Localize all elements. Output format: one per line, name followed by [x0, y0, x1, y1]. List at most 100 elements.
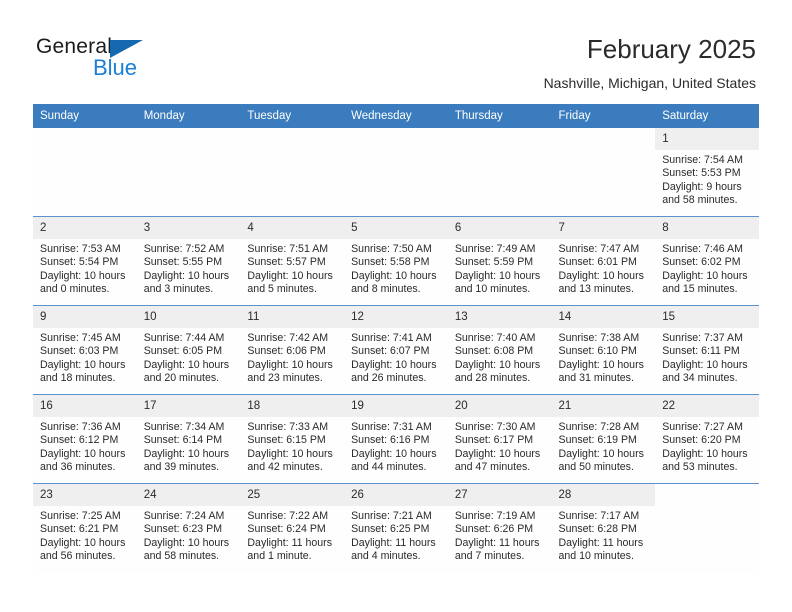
- sun-info: [240, 150, 344, 154]
- sun-info: Sunrise: 7:30 AM Sunset: 6:17 PM Dayligh…: [454, 421, 541, 474]
- calendar-week-row: 2 Sunrise: 7:53 AM Sunset: 5:54 PM Daylig…: [33, 216, 759, 306]
- calendar-cell-day[interactable]: 9 Sunrise: 7:45 AM Sunset: 6:03 PM Daylig…: [33, 305, 137, 395]
- sun-info: Sunrise: 7:44 AM Sunset: 6:05 PM Dayligh…: [143, 332, 230, 385]
- sun-info: Sunrise: 7:36 AM Sunset: 6:12 PM Dayligh…: [40, 421, 126, 474]
- calendar-header-row: Sunday Monday Tuesday Wednesday Thursday…: [33, 104, 759, 128]
- calendar-cell-day[interactable]: 6 Sunrise: 7:49 AM Sunset: 5:59 PM Daylig…: [447, 216, 552, 306]
- day-number: [552, 128, 656, 150]
- calendar-cell-day[interactable]: 8 Sunrise: 7:46 AM Sunset: 6:02 PM Daylig…: [655, 216, 759, 306]
- calendar-cell-day[interactable]: 12 Sunrise: 7:41 AM Sunset: 6:07 PM Dayli…: [344, 305, 448, 395]
- calendar-cell-day[interactable]: 14 Sunrise: 7:38 AM Sunset: 6:10 PM Dayli…: [551, 305, 656, 395]
- day-number: 24: [136, 484, 241, 506]
- day-number: 4: [240, 217, 345, 239]
- day-number: 28: [551, 484, 656, 506]
- weekday-monday: Monday: [136, 104, 241, 128]
- calendar-cell-day[interactable]: 11 Sunrise: 7:42 AM Sunset: 6:06 PM Dayli…: [240, 305, 345, 395]
- title-block: February 2025 Nashville, Michigan, Unite…: [544, 34, 756, 92]
- calendar-cell-empty: [136, 128, 241, 217]
- sun-info: [552, 150, 656, 154]
- day-number: 14: [551, 306, 656, 328]
- day-number: 23: [33, 484, 137, 506]
- calendar-week-row: 9 Sunrise: 7:45 AM Sunset: 6:03 PM Daylig…: [33, 305, 759, 395]
- sun-info: Sunrise: 7:54 AM Sunset: 5:53 PM Dayligh…: [662, 154, 743, 207]
- calendar-page: General Blue February 2025 Nashville, Mi…: [0, 0, 792, 612]
- calendar-cell-day[interactable]: 28 Sunrise: 7:17 AM Sunset: 6:28 PM Dayli…: [551, 483, 656, 572]
- calendar-cell-day[interactable]: 7 Sunrise: 7:47 AM Sunset: 6:01 PM Daylig…: [551, 216, 656, 306]
- day-number: [344, 128, 448, 150]
- sun-info: Sunrise: 7:46 AM Sunset: 6:02 PM Dayligh…: [662, 243, 748, 296]
- day-number: 15: [655, 306, 759, 328]
- day-number: 7: [551, 217, 656, 239]
- day-number: 6: [447, 217, 552, 239]
- calendar-week-row: 23 Sunrise: 7:25 AM Sunset: 6:21 PM Dayli…: [33, 483, 759, 572]
- calendar-cell-day[interactable]: 20 Sunrise: 7:30 AM Sunset: 6:17 PM Dayli…: [447, 394, 552, 484]
- sun-info: [137, 150, 241, 154]
- day-number: [33, 128, 137, 150]
- sun-info: Sunrise: 7:19 AM Sunset: 6:26 PM Dayligh…: [454, 510, 540, 563]
- weekday-tuesday: Tuesday: [240, 104, 345, 128]
- calendar-cell-empty: [551, 128, 656, 217]
- day-number: 1: [655, 128, 759, 150]
- calendar-cell-day[interactable]: 17 Sunrise: 7:34 AM Sunset: 6:14 PM Dayli…: [136, 394, 241, 484]
- day-number: 25: [240, 484, 345, 506]
- calendar-cell-day[interactable]: 18 Sunrise: 7:33 AM Sunset: 6:15 PM Dayli…: [240, 394, 345, 484]
- location-subtitle: Nashville, Michigan, United States: [543, 75, 756, 91]
- logo-text-blue: Blue: [93, 55, 138, 80]
- sun-info: [448, 150, 552, 154]
- sun-info: Sunrise: 7:33 AM Sunset: 6:15 PM Dayligh…: [247, 421, 333, 474]
- sun-info: [33, 150, 137, 154]
- calendar-cell-day[interactable]: 25 Sunrise: 7:22 AM Sunset: 6:24 PM Dayli…: [240, 483, 345, 572]
- day-number: 8: [655, 217, 759, 239]
- sun-info: Sunrise: 7:51 AM Sunset: 5:57 PM Dayligh…: [247, 243, 333, 296]
- day-number: 9: [33, 306, 137, 328]
- calendar-cell-day[interactable]: 21 Sunrise: 7:28 AM Sunset: 6:19 PM Dayli…: [551, 394, 656, 484]
- general-blue-logo[interactable]: General Blue: [36, 36, 216, 86]
- day-number: [655, 484, 759, 506]
- calendar-cell-day[interactable]: 27 Sunrise: 7:19 AM Sunset: 6:26 PM Dayli…: [447, 483, 552, 572]
- sun-info: Sunrise: 7:47 AM Sunset: 6:01 PM Dayligh…: [558, 243, 644, 296]
- sun-info: Sunrise: 7:50 AM Sunset: 5:58 PM Dayligh…: [351, 243, 437, 296]
- page-header: General Blue February 2025 Nashville, Mi…: [0, 0, 792, 104]
- sun-info: [344, 150, 448, 154]
- calendar-cell-empty: [655, 483, 759, 572]
- page-title: February 2025: [586, 34, 756, 64]
- calendar-cell-day[interactable]: 26 Sunrise: 7:21 AM Sunset: 6:25 PM Dayli…: [344, 483, 448, 572]
- day-number: 20: [447, 395, 552, 417]
- calendar-cell-day[interactable]: 22 Sunrise: 7:27 AM Sunset: 6:20 PM Dayli…: [655, 394, 759, 484]
- sun-info: Sunrise: 7:38 AM Sunset: 6:10 PM Dayligh…: [558, 332, 644, 385]
- sun-info: Sunrise: 7:21 AM Sunset: 6:25 PM Dayligh…: [351, 510, 436, 563]
- calendar-cell-empty: [240, 128, 345, 217]
- calendar-cell-day[interactable]: 10 Sunrise: 7:44 AM Sunset: 6:05 PM Dayli…: [136, 305, 241, 395]
- day-number: [448, 128, 552, 150]
- weekday-thursday: Thursday: [447, 104, 552, 128]
- calendar-cell-day[interactable]: 23 Sunrise: 7:25 AM Sunset: 6:21 PM Dayli…: [33, 483, 137, 572]
- day-number: 26: [344, 484, 448, 506]
- sun-info: Sunrise: 7:45 AM Sunset: 6:03 PM Dayligh…: [40, 332, 126, 385]
- calendar-cell-day[interactable]: 24 Sunrise: 7:24 AM Sunset: 6:23 PM Dayli…: [136, 483, 241, 572]
- sun-info: Sunrise: 7:52 AM Sunset: 5:55 PM Dayligh…: [143, 243, 230, 296]
- calendar-cell-day[interactable]: 2 Sunrise: 7:53 AM Sunset: 5:54 PM Daylig…: [33, 216, 137, 306]
- sun-info: Sunrise: 7:42 AM Sunset: 6:06 PM Dayligh…: [247, 332, 333, 385]
- calendar-cell-empty: [344, 128, 448, 217]
- day-number: 5: [344, 217, 448, 239]
- day-number: 17: [136, 395, 241, 417]
- calendar-cell-day[interactable]: 1 Sunrise: 7:54 AM Sunset: 5:53 PM Daylig…: [655, 128, 759, 217]
- calendar-cell-day[interactable]: 19 Sunrise: 7:31 AM Sunset: 6:16 PM Dayli…: [344, 394, 448, 484]
- calendar-cell-day[interactable]: 16 Sunrise: 7:36 AM Sunset: 6:12 PM Dayli…: [33, 394, 137, 484]
- sun-info: Sunrise: 7:27 AM Sunset: 6:20 PM Dayligh…: [662, 421, 748, 474]
- day-number: 18: [240, 395, 345, 417]
- day-number: 19: [344, 395, 448, 417]
- sun-info: Sunrise: 7:41 AM Sunset: 6:07 PM Dayligh…: [351, 332, 437, 385]
- day-number: 21: [551, 395, 656, 417]
- calendar-week-row: 1 Sunrise: 7:54 AM Sunset: 5:53 PM Daylig…: [33, 128, 759, 217]
- day-number: 3: [136, 217, 241, 239]
- calendar-cell-day[interactable]: 15 Sunrise: 7:37 AM Sunset: 6:11 PM Dayli…: [655, 305, 759, 395]
- weekday-wednesday: Wednesday: [344, 104, 448, 128]
- calendar-cell-day[interactable]: 4 Sunrise: 7:51 AM Sunset: 5:57 PM Daylig…: [240, 216, 345, 306]
- day-number: 22: [655, 395, 759, 417]
- calendar-cell-day[interactable]: 3 Sunrise: 7:52 AM Sunset: 5:55 PM Daylig…: [136, 216, 241, 306]
- day-number: 13: [447, 306, 552, 328]
- sun-info: [655, 506, 759, 510]
- calendar-cell-day[interactable]: 13 Sunrise: 7:40 AM Sunset: 6:08 PM Dayli…: [447, 305, 552, 395]
- calendar-cell-day[interactable]: 5 Sunrise: 7:50 AM Sunset: 5:58 PM Daylig…: [344, 216, 448, 306]
